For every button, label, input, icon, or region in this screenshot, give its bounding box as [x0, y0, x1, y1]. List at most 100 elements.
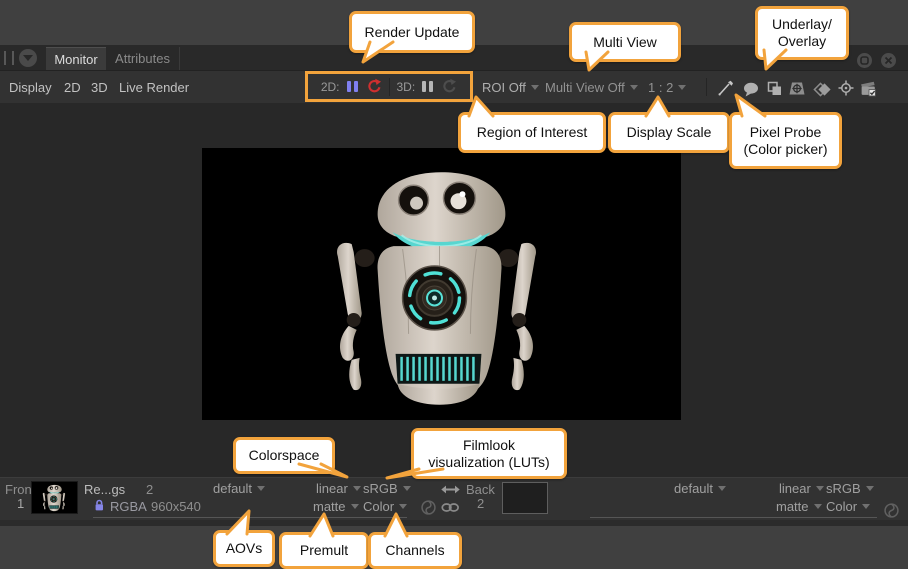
lock-icon[interactable] [94, 499, 105, 512]
refresh-3d-button[interactable] [440, 78, 457, 95]
flipbook-dropdown[interactable] [882, 82, 894, 94]
panel-menu-button[interactable] [19, 49, 37, 67]
close-icon [884, 56, 893, 65]
aov-dropdown-front[interactable]: default [213, 481, 265, 496]
transform-button[interactable] [787, 78, 807, 98]
front-buffer-number: 1 [17, 496, 24, 511]
chevron-down-icon [403, 486, 411, 491]
render-update-group: 2D: 3D: [305, 71, 473, 102]
flipbook-button[interactable] [858, 77, 878, 97]
tab-attributes-label: Attributes [115, 51, 170, 66]
chain-link-icon [441, 502, 460, 513]
chevron-down-icon [23, 55, 33, 61]
pause-2d-button[interactable] [347, 81, 358, 92]
menu-2d[interactable]: 2D [64, 80, 81, 95]
chevron-down-icon [257, 486, 265, 491]
rendered-image[interactable] [202, 148, 681, 420]
robot-render [202, 148, 681, 420]
render-swirl-button[interactable] [421, 500, 436, 515]
swirl-icon [421, 500, 436, 515]
underlay-overlay-button[interactable] [764, 78, 784, 98]
lut-dropdown-front[interactable]: sRGB [363, 481, 411, 496]
callout-region-of-interest: Region of Interest [458, 112, 606, 153]
callout-pixel-probe: Pixel Probe (Color picker) [729, 112, 842, 169]
aov-dropdown-back[interactable]: default [674, 481, 726, 496]
comment-button[interactable] [741, 79, 761, 99]
premult-dropdown-front[interactable]: matte [313, 499, 359, 514]
channels-dropdown-back-label: Color [826, 499, 857, 514]
channels-dropdown-front-label: Color [363, 499, 394, 514]
callout-filmlook: Filmlook visualization (LUTs) [411, 428, 567, 479]
back-thumbnail[interactable] [502, 482, 548, 514]
render-swirl-button-right[interactable] [884, 503, 899, 518]
callout-premult: Premult [279, 532, 369, 569]
crosshair-icon [837, 79, 855, 97]
compare-button[interactable] [812, 79, 832, 99]
clapperboard-icon [859, 78, 878, 97]
lut-dropdown-front-label: sRGB [363, 481, 398, 496]
resolution-indicator: 960x540 [151, 499, 201, 514]
render-update-2d-label: 2D: [321, 80, 340, 94]
channels-dropdown-front[interactable]: Color [363, 499, 407, 514]
colorspace-dropdown-front[interactable]: linear [316, 481, 361, 496]
aov-dropdown-front-label: default [213, 481, 252, 496]
pass-count: 2 [146, 482, 153, 497]
swap-front-back-button[interactable] [440, 483, 461, 496]
channels-indicator: RGBA [110, 499, 147, 514]
diamonds-icon [813, 82, 832, 97]
refresh-2d-button[interactable] [365, 78, 382, 95]
swap-arrows-icon [440, 483, 461, 496]
menu-display[interactable]: Display [9, 80, 52, 95]
chevron-down-icon [630, 85, 638, 90]
channels-dropdown-back[interactable]: Color [826, 499, 870, 514]
multi-view-dropdown[interactable]: Multi View Off [545, 80, 638, 95]
menu-live-render[interactable]: Live Render [119, 80, 189, 95]
chevron-down-icon [399, 504, 407, 509]
menu-3d[interactable]: 3D [91, 80, 108, 95]
colorspace-dropdown-front-label: linear [316, 481, 348, 496]
robot-thumbnail [32, 482, 77, 513]
display-scale-dropdown[interactable]: 1 : 2 [648, 80, 686, 95]
callout-render-update: Render Update [349, 11, 475, 53]
lut-dropdown-back-label: sRGB [826, 481, 861, 496]
center-view-button[interactable] [836, 78, 856, 98]
colorspace-dropdown-back-label: linear [779, 481, 811, 496]
panel-drag-grip[interactable] [4, 51, 14, 65]
layers-icon [766, 80, 783, 97]
chevron-down-icon [678, 85, 686, 90]
chevron-down-icon [866, 486, 874, 491]
chevron-down-icon [816, 486, 824, 491]
pixel-probe-button[interactable] [716, 78, 736, 98]
close-button[interactable] [881, 53, 896, 68]
lut-dropdown-back[interactable]: sRGB [826, 481, 874, 496]
panel-bottom-edge [0, 520, 908, 526]
chevron-down-icon [531, 85, 539, 90]
refresh-icon [440, 78, 457, 95]
aov-dropdown-back-label: default [674, 481, 713, 496]
divider [590, 517, 877, 518]
roi-dropdown[interactable]: ROI Off [482, 80, 539, 95]
eyedropper-icon [717, 79, 735, 97]
roi-dropdown-label: ROI Off [482, 80, 526, 95]
front-thumbnail[interactable] [31, 481, 78, 514]
tab-attributes[interactable]: Attributes [106, 47, 180, 70]
callout-display-scale: Display Scale [608, 112, 730, 153]
premult-dropdown-back-label: matte [776, 499, 809, 514]
multi-view-dropdown-label: Multi View Off [545, 80, 625, 95]
tab-monitor[interactable]: Monitor [46, 47, 106, 70]
pause-3d-button[interactable] [422, 81, 433, 92]
divider [93, 517, 407, 518]
refresh-icon [365, 78, 382, 95]
chevron-down-icon [351, 504, 359, 509]
colorspace-dropdown-back[interactable]: linear [779, 481, 824, 496]
chevron-down-icon [862, 504, 870, 509]
maximize-button[interactable] [857, 53, 872, 68]
premult-dropdown-back[interactable]: matte [776, 499, 822, 514]
divider [389, 78, 390, 96]
link-buffers-button[interactable] [441, 502, 460, 513]
chevron-down-icon [718, 486, 726, 491]
pass-name: Re...gs [84, 482, 125, 497]
speech-bubble-icon [742, 82, 760, 97]
tab-monitor-label: Monitor [54, 52, 97, 67]
callout-channels: Channels [368, 532, 462, 569]
